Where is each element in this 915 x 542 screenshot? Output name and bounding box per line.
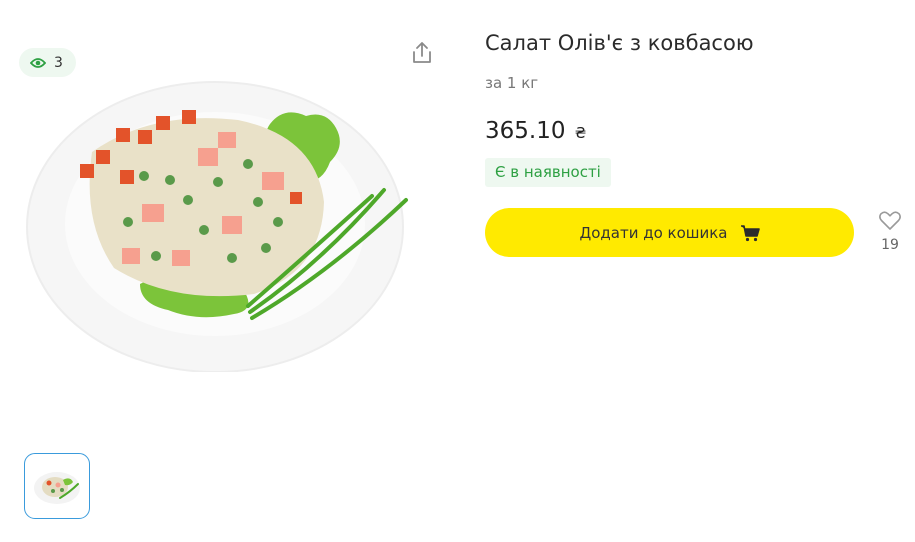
product-title: Салат Олів'є з ковбасою (485, 31, 754, 55)
price-currency: ₴ (574, 124, 587, 142)
add-to-cart-button[interactable]: Додати до кошика (485, 208, 854, 257)
product-image (26, 81, 408, 372)
views-count: 3 (54, 54, 63, 71)
share-button[interactable] (409, 40, 435, 66)
heart-icon (879, 211, 901, 230)
product-unit: за 1 кг (485, 74, 539, 92)
add-to-cart-label: Додати до кошика (579, 223, 728, 242)
price-value: 365.10 (485, 118, 566, 144)
favorite-count: 19 (881, 237, 899, 253)
eye-icon (30, 57, 46, 68)
favorite-button[interactable]: 19 (876, 210, 904, 253)
availability-badge: Є в наявності (485, 158, 611, 187)
product-price: 365.10 ₴ (485, 118, 586, 144)
share-icon (413, 42, 431, 63)
cart-icon (740, 224, 760, 241)
thumbnail-image (34, 472, 80, 504)
thumbnail-1[interactable] (24, 453, 90, 519)
